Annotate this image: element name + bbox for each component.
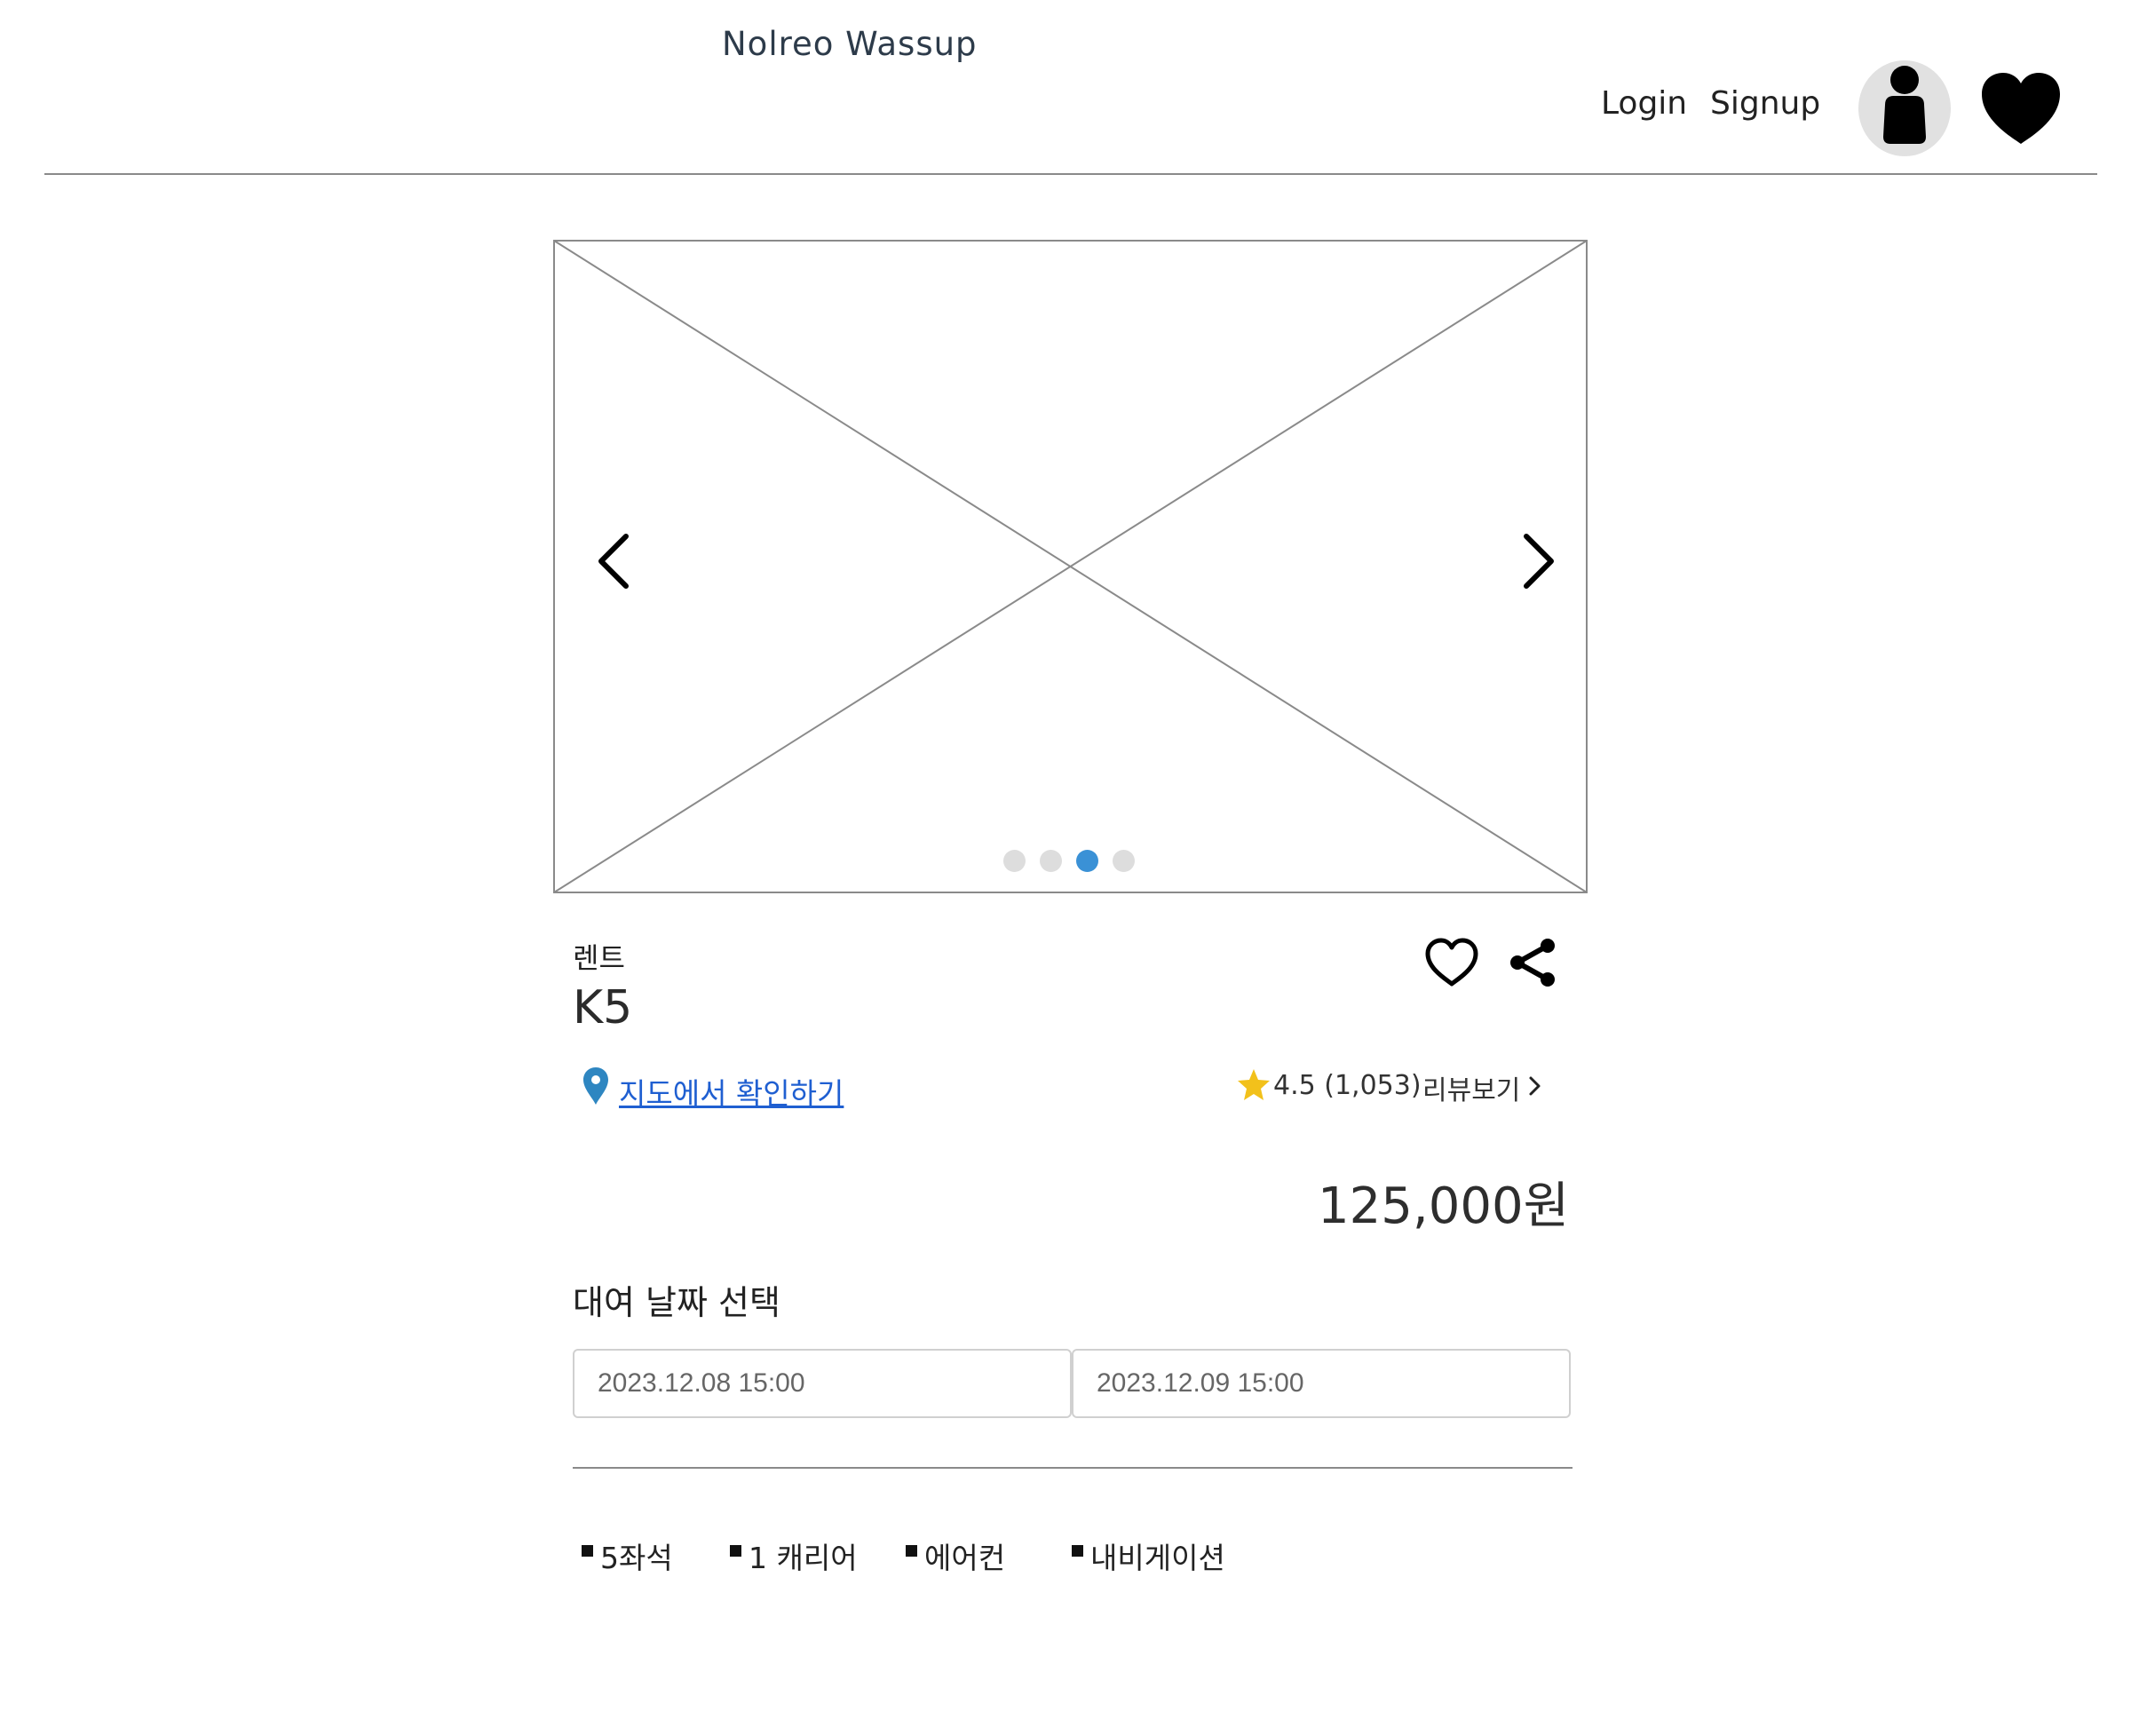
bullet-icon	[1072, 1544, 1083, 1557]
product-name: K5	[573, 981, 633, 1034]
rental-date-title: 대여 날짜 선택	[573, 1283, 780, 1322]
product-price: 125,000원	[1318, 1177, 1570, 1235]
chevron-right-icon	[1524, 534, 1554, 589]
carousel-dot[interactable]	[1040, 850, 1062, 872]
user-icon	[1883, 66, 1926, 144]
section-divider	[573, 1467, 1573, 1469]
heart-outline-icon	[1425, 938, 1478, 987]
feature-item: 에어컨	[906, 1534, 1005, 1577]
carousel-dot[interactable]	[1113, 850, 1135, 872]
carousel-dot[interactable]	[1076, 850, 1098, 872]
rating-score: 4.5 (1,053)	[1273, 1070, 1422, 1101]
view-on-map-link[interactable]: 지도에서 확인하기	[619, 1070, 844, 1113]
feature-label: 1 캐리어	[749, 1541, 858, 1575]
feature-label: 5좌석	[600, 1541, 673, 1575]
feature-label: 에어컨	[924, 1541, 1006, 1575]
heart-filled-icon	[1982, 73, 2060, 144]
login-link[interactable]: Login	[1601, 85, 1687, 122]
rental-start-date-input[interactable]	[573, 1349, 1072, 1418]
wishlist-button[interactable]	[1978, 69, 2064, 147]
carousel-pagination	[1003, 850, 1135, 873]
bullet-icon	[582, 1544, 593, 1557]
carousel-prev-button[interactable]	[587, 526, 640, 597]
image-carousel	[553, 240, 1588, 893]
wishlist-toggle-button[interactable]	[1424, 937, 1479, 988]
chevron-right-icon[interactable]	[1525, 1073, 1543, 1099]
header-divider	[44, 173, 2097, 175]
signup-link[interactable]: Signup	[1710, 85, 1820, 122]
carousel-dot[interactable]	[1003, 850, 1026, 872]
profile-button[interactable]	[1858, 60, 1951, 156]
site-logo-text[interactable]: Nolreo Wassup	[722, 25, 978, 63]
feature-item: 내비게이션	[1072, 1534, 1225, 1577]
share-button[interactable]	[1507, 937, 1558, 988]
view-reviews-link[interactable]: 리뷰보기	[1422, 1068, 1520, 1107]
bullet-icon	[730, 1544, 741, 1557]
product-category: 렌트	[573, 941, 625, 975]
location-pin-icon	[583, 1067, 608, 1105]
rental-end-date-input[interactable]	[1072, 1349, 1571, 1418]
feature-label: 내비게이션	[1090, 1541, 1225, 1575]
image-placeholder	[553, 240, 1588, 893]
chevron-left-icon	[598, 534, 629, 589]
feature-item: 5좌석	[582, 1534, 673, 1577]
star-icon	[1238, 1069, 1270, 1100]
bullet-icon	[906, 1544, 917, 1557]
carousel-next-button[interactable]	[1512, 526, 1565, 597]
feature-item: 1 캐리어	[730, 1534, 858, 1577]
share-icon	[1510, 939, 1555, 987]
